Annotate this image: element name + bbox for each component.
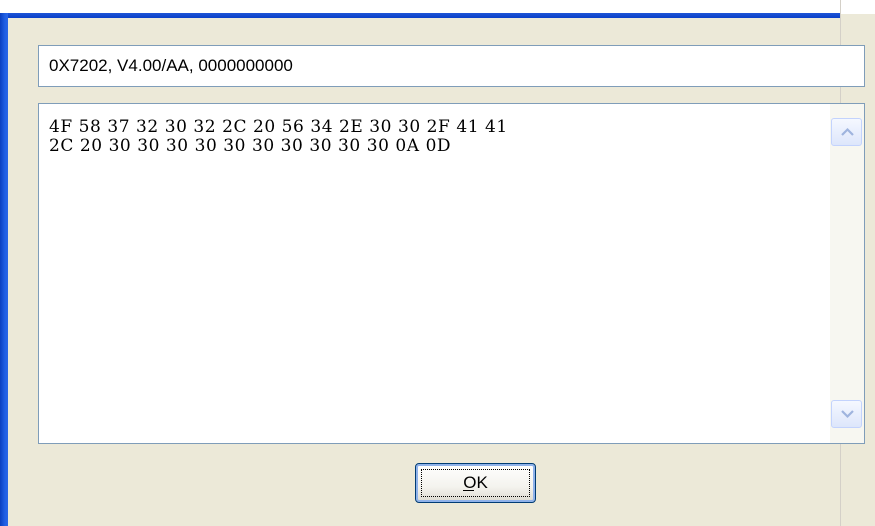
response-text-field[interactable]: 0X7202, V4.00/AA, 0000000000 [38,45,865,87]
ok-button[interactable]: OK [415,463,536,503]
hex-dump-text: 4F 58 37 32 30 32 2C 20 56 34 2E 30 30 2… [49,118,829,156]
ok-button-label: OK [463,464,488,502]
vertical-scrollbar[interactable] [830,104,864,443]
scroll-up-button[interactable] [831,118,862,146]
corner-background [841,0,875,14]
arrow-up-icon [841,127,854,136]
scroll-down-button[interactable] [831,400,862,428]
title-bar [0,0,840,13]
arrow-down-icon [841,410,854,419]
hex-line: 2C 20 30 30 30 30 30 30 30 30 30 30 0A 0… [49,136,452,156]
hex-line: 4F 58 37 32 30 32 2C 20 56 34 2E 30 30 2… [49,117,508,137]
window-left-border [0,13,8,526]
hex-dump-textarea[interactable]: 4F 58 37 32 30 32 2C 20 56 34 2E 30 30 2… [38,103,865,444]
